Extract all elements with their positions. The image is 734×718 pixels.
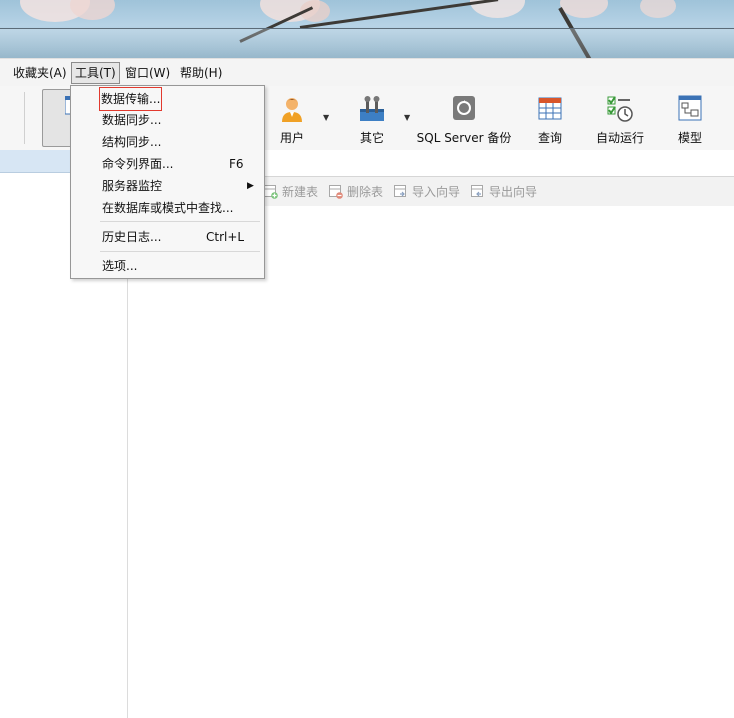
export-wizard-label: 导出向导 <box>489 185 538 199</box>
toolbar-label-user: 用户 <box>279 131 304 145</box>
new-table-label: 新建表 <box>282 185 319 199</box>
menu-item-data-transfer[interactable]: 数据传输... <box>71 87 264 111</box>
menu-item-server-monitor[interactable]: 服务器监控 ▶ <box>71 175 264 197</box>
schedule-icon <box>607 96 633 122</box>
menu-item-data-sync[interactable]: 数据同步... <box>71 109 264 131</box>
auto-run-button[interactable]: 自动运行 <box>590 89 650 147</box>
menu-separator <box>100 221 260 222</box>
import-wizard-icon <box>394 185 406 197</box>
menu-item-history-log[interactable]: 历史日志... Ctrl+L <box>71 226 264 248</box>
user-icon <box>282 98 302 122</box>
tools-dropdown-menu: 数据传输... 数据同步... 结构同步... 命令列界面... F6 服务器监… <box>70 85 265 279</box>
menu-window[interactable]: 窗口(W) <box>122 63 173 83</box>
model-icon <box>678 95 702 121</box>
other-dropdown-caret[interactable]: ▼ <box>404 113 410 122</box>
user-button[interactable]: 用户 <box>270 89 314 147</box>
menu-favorites[interactable]: 收藏夹(A) <box>10 63 70 83</box>
import-wizard-label: 导入向导 <box>412 185 461 199</box>
toolbar-label-other: 其它 <box>359 131 384 145</box>
menubar: 收藏夹(A) 工具(T) 窗口(W) 帮助(H) <box>0 58 734 87</box>
menu-item-options[interactable]: 选项... <box>71 255 264 277</box>
desktop-wallpaper <box>0 0 734 58</box>
import-wizard-button[interactable]: 导入向导 <box>394 184 460 200</box>
backup-icon <box>453 96 475 120</box>
toolbar-label-model: 模型 <box>677 131 702 145</box>
export-wizard-icon <box>471 185 483 197</box>
query-button[interactable]: 查询 <box>530 89 570 147</box>
toolbar-label-query: 查询 <box>537 131 562 145</box>
user-dropdown-caret[interactable]: ▼ <box>323 113 329 122</box>
new-table-button[interactable]: 新建表 <box>264 184 318 200</box>
new-table-icon <box>264 185 278 199</box>
export-wizard-button[interactable]: 导出向导 <box>471 184 537 200</box>
menu-separator <box>100 251 260 252</box>
shortcut-label: Ctrl+L <box>206 230 245 244</box>
menu-item-structure-sync[interactable]: 结构同步... <box>71 131 264 153</box>
menu-item-command-line[interactable]: 命令列界面... F6 <box>71 153 264 175</box>
delete-table-icon <box>329 185 343 199</box>
shortcut-label: F6 <box>229 157 244 171</box>
menu-help[interactable]: 帮助(H) <box>177 63 225 83</box>
query-icon <box>538 97 562 120</box>
delete-table-label: 删除表 <box>347 185 384 199</box>
submenu-arrow-icon: ▶ <box>247 181 254 191</box>
toolbar-label-sql-server-backup: SQL Server 备份 <box>416 131 512 145</box>
other-button[interactable]: 其它 <box>350 89 394 147</box>
menu-tools[interactable]: 工具(T) <box>71 62 120 84</box>
model-button[interactable]: 模型 <box>670 89 710 147</box>
sql-server-backup-button[interactable]: SQL Server 备份 <box>416 89 512 147</box>
object-list-area[interactable] <box>128 206 734 718</box>
menu-item-find-in-database[interactable]: 在数据库或模式中查找... <box>71 197 264 219</box>
delete-table-button[interactable]: 删除表 <box>329 184 383 200</box>
toolbar-label-auto-run: 自动运行 <box>595 131 644 145</box>
tools-icon <box>360 96 384 121</box>
